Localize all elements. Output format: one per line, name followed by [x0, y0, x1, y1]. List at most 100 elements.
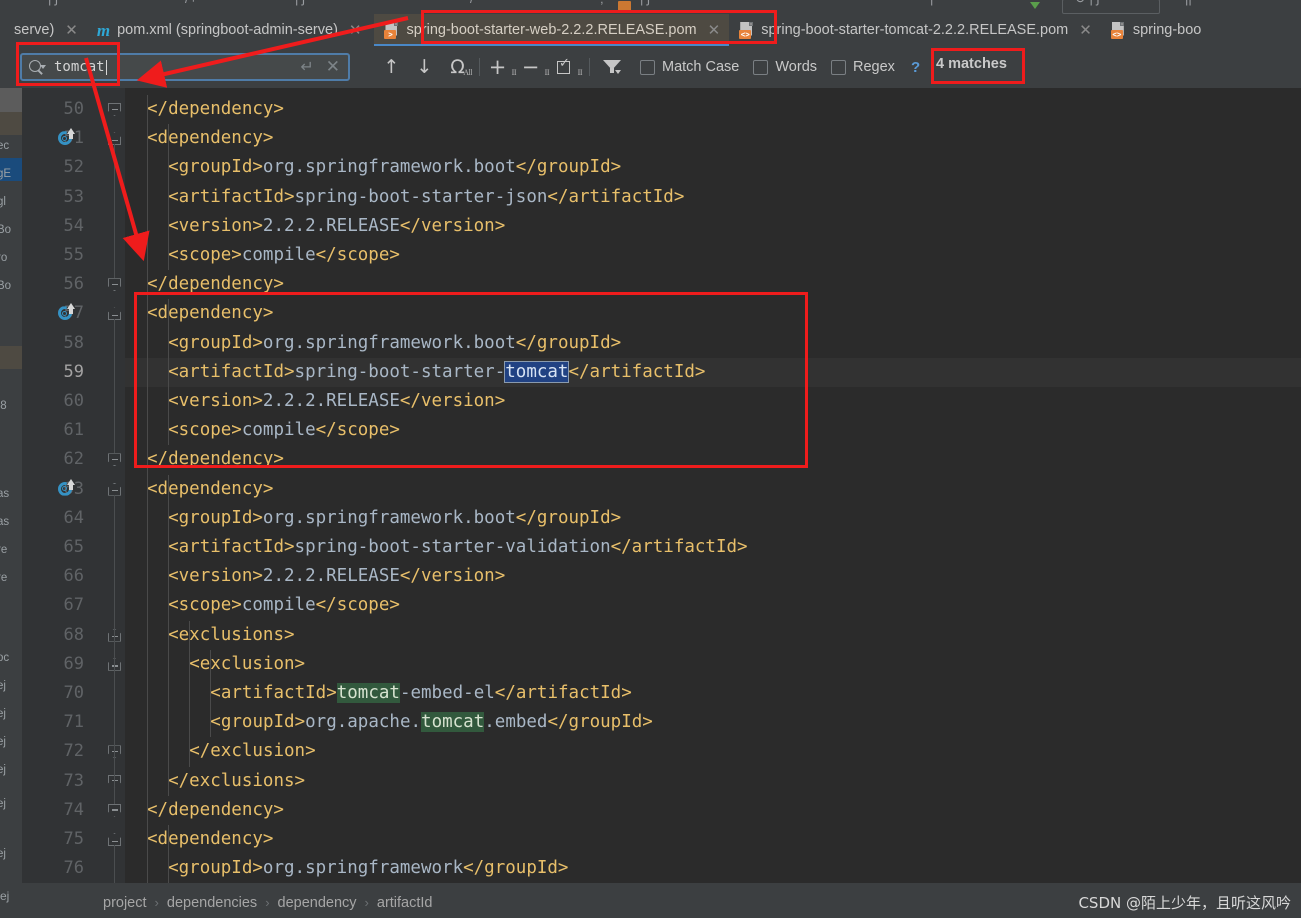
maven-icon: m — [96, 20, 111, 40]
toolbar-ghost-glyph: || — [1185, 0, 1192, 6]
code-token: -embed-el — [399, 683, 495, 703]
add-line-button[interactable]: + II — [485, 53, 518, 81]
help-icon[interactable]: ? — [911, 59, 920, 76]
code-line[interactable]: <scope>compile</scope> — [168, 591, 400, 620]
code-token: <groupId> — [168, 157, 263, 178]
tree-row-highlight — [0, 112, 22, 135]
fold-region-line — [114, 845, 115, 883]
line-number: 62 — [63, 449, 84, 470]
project-tree-label-fragment: ej — [0, 736, 6, 748]
line-number: 66 — [63, 566, 84, 587]
line-number: 53 — [63, 186, 84, 207]
close-icon[interactable]: ✕ — [708, 22, 721, 38]
code-line[interactable]: <scope>compile</scope> — [168, 241, 400, 270]
code-line[interactable]: </dependency> — [147, 95, 284, 124]
line-number: 50 — [63, 99, 84, 119]
find-options[interactable]: Match Case Words Regex ? — [640, 53, 920, 81]
code-line[interactable]: <groupId>org.apache.tomcat.embed</groupI… — [210, 708, 653, 737]
code-token: .embed — [484, 712, 548, 733]
code-line[interactable]: <groupId>org.springframework.boot</group… — [168, 329, 621, 358]
indent-guide — [168, 474, 169, 796]
code-token: </artifactId> — [494, 683, 632, 703]
toolbar-divider — [479, 58, 480, 76]
close-icon[interactable]: ✕ — [1079, 22, 1092, 38]
code-line[interactable]: <exclusions> — [168, 621, 294, 650]
run-button-icon[interactable] — [1030, 2, 1040, 9]
code-token: <groupId> — [168, 332, 263, 353]
match-case-option[interactable]: Match Case — [640, 59, 739, 75]
maven-update-icon[interactable] — [58, 303, 77, 323]
code-line[interactable]: </exclusions> — [168, 767, 305, 796]
search-input[interactable]: tomcat ↵ ✕ — [20, 53, 350, 81]
plus-icon: + — [488, 54, 507, 79]
indent-guide — [168, 124, 169, 271]
checkbox-icon[interactable] — [831, 59, 847, 75]
toolbar-ghost-glyph: ; — [600, 0, 604, 6]
checkbox-icon[interactable] — [753, 59, 769, 75]
code-line[interactable]: <groupId>org.springframework.boot</group… — [168, 504, 621, 533]
toolbar-ghost-glyph: | ʃ — [48, 0, 58, 6]
code-token: org.apache. — [305, 712, 422, 733]
breadcrumb-bar[interactable]: ej project › dependencies › dependency › artif… — [0, 887, 1301, 918]
breadcrumb-item-artifactid[interactable]: artifactId — [377, 895, 433, 911]
code-line[interactable]: </dependency> — [147, 796, 284, 825]
code-line[interactable]: </exclusion> — [189, 737, 315, 766]
words-option[interactable]: Words — [753, 59, 817, 75]
maven-update-icon[interactable] — [58, 128, 77, 148]
code-line[interactable]: <scope>compile</scope> — [168, 416, 400, 445]
line-number: 54 — [63, 215, 84, 236]
code-token: 2.2.2.RELEASE — [262, 215, 400, 236]
line-number: 65 — [63, 537, 84, 557]
checkbox-icon[interactable] — [640, 59, 655, 75]
code-editor[interactable]: 50 </dependency> 51 <dependency> 52 <groupId>… — [22, 88, 1301, 883]
code-line[interactable]: </dependency> — [147, 270, 284, 299]
run-config-icon[interactable] — [618, 1, 631, 12]
remove-line-button[interactable]: − II — [518, 53, 551, 81]
code-line[interactable]: <version>2.2.2.RELEASE</version> — [168, 212, 505, 241]
editor-tab-4[interactable]: <> spring-boo — [1101, 14, 1211, 46]
code-line[interactable]: <version>2.2.2.RELEASE</version> — [168, 562, 505, 591]
find-previous-button[interactable]: ↑ — [375, 53, 408, 81]
code-line[interactable]: <version>2.2.2.RELEASE</version> — [168, 387, 505, 416]
project-tree-label-fragment: as — [0, 488, 10, 500]
editor-tab-bar[interactable]: serve) ✕ m pom.xml (springboot-admin-ser… — [0, 14, 1301, 47]
project-tool-window-clipped[interactable]: ec gE gl Bo ro Bo .8 as as re re oc ej ej ej ej ej ej — [0, 88, 22, 883]
breadcrumb-item-dependency[interactable]: dependency — [278, 895, 357, 911]
find-next-button[interactable]: ↓ — [408, 53, 441, 81]
code-line[interactable]: <dependency> — [147, 299, 273, 328]
editor-tab-1[interactable]: m pom.xml (springboot-admin-serve) ✕ — [87, 14, 371, 46]
code-line[interactable]: <artifactId>spring-boot-starter-validati… — [168, 533, 747, 562]
enter-icon[interactable]: ↵ — [300, 59, 313, 75]
editor-tab-2-active[interactable]: > spring-boot-starter-web-2.2.2.RELEASE.… — [374, 14, 730, 46]
code-line[interactable]: <artifactId>spring-boot-starter-tomcat</… — [168, 358, 705, 387]
breadcrumb-item-project[interactable]: project — [103, 895, 147, 911]
breadcrumb-item-dependencies[interactable]: dependencies — [167, 895, 257, 911]
code-line[interactable]: <groupId>org.springframework.boot</group… — [168, 153, 621, 182]
code-line[interactable]: <artifactId>spring-boot-starter-json</ar… — [168, 183, 684, 212]
close-icon[interactable]: ✕ — [349, 22, 362, 38]
editor-tab-3[interactable]: <> spring-boot-starter-tomcat-2.2.2.RELE… — [729, 14, 1101, 46]
line-number: 70 — [63, 683, 84, 703]
code-token: </artifactId> — [610, 537, 748, 557]
breadcrumb[interactable]: project › dependencies › dependency › artifact… — [103, 895, 433, 911]
code-token: </groupId> — [515, 507, 622, 528]
code-line[interactable]: <dependency> — [147, 475, 273, 504]
select-all-occurrences-button[interactable]: Ω All — [441, 53, 474, 81]
code-line[interactable]: </dependency> — [147, 445, 284, 474]
select-lines-button[interactable]: ✓ II — [551, 53, 584, 81]
code-line[interactable]: <exclusion> — [189, 650, 305, 679]
toolbar-ghost-glyph: / ⌐ — [185, 0, 200, 6]
close-icon[interactable]: ✕ — [65, 22, 78, 38]
code-line[interactable]: <dependency> — [147, 124, 273, 153]
code-line[interactable]: <dependency> — [147, 825, 273, 854]
clear-search-icon[interactable]: ✕ — [326, 58, 340, 76]
code-token: </groupId> — [463, 858, 569, 879]
regex-option[interactable]: Regex — [831, 59, 895, 75]
code-line[interactable]: <artifactId>tomcat-embed-el</artifactId> — [210, 679, 632, 708]
code-line[interactable]: <groupId>org.springframework</groupId> — [168, 854, 568, 883]
filter-button[interactable] — [595, 53, 628, 81]
editor-tab-0[interactable]: serve) ✕ — [0, 14, 87, 46]
tree-row-highlight — [0, 88, 22, 112]
find-action-buttons[interactable]: ↑ ↓ Ω All + II − II ✓ II — [375, 53, 628, 81]
maven-update-icon[interactable] — [58, 478, 77, 499]
